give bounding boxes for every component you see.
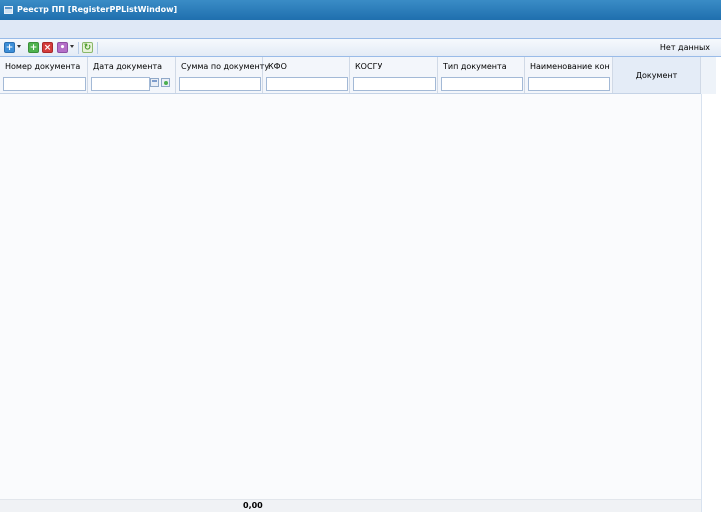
filter-doc-sum[interactable] — [179, 77, 261, 91]
toolbar: + + × • ↻ Нет данных — [0, 38, 721, 57]
filter-contractor[interactable] — [528, 77, 610, 91]
column-header-label: Документ — [635, 71, 678, 80]
column-header-label: КФО — [268, 62, 287, 71]
delete-icon: × — [42, 42, 53, 53]
column-header-label: Дата документа — [93, 62, 162, 71]
grid-body[interactable] — [0, 94, 701, 499]
filter-doc-number[interactable] — [3, 77, 86, 91]
register-pp-window: Реестр ПП [RegisterPPListWindow] + + × •… — [0, 0, 721, 512]
chevron-down-icon — [70, 45, 74, 48]
grid-summary-row: 0,00 — [0, 499, 701, 512]
toolbar-separator — [97, 42, 98, 54]
filter-kosgu[interactable] — [353, 77, 436, 91]
delete-button[interactable]: × — [42, 42, 53, 54]
total-sum-value: 0,00 — [243, 501, 263, 510]
plus-icon: + — [28, 42, 39, 53]
window-icon — [4, 6, 13, 14]
filter-kfo[interactable] — [266, 77, 348, 91]
calendar-icon[interactable] — [150, 78, 159, 87]
refresh-button[interactable]: ↻ — [82, 42, 93, 54]
column-header-label: КОСГУ — [355, 62, 383, 71]
column-kfo[interactable]: КФО — [263, 57, 350, 93]
vertical-scrollbar[interactable] — [701, 57, 721, 512]
scrollbar-header-spacer — [701, 57, 716, 94]
window-title: Реестр ПП [RegisterPPListWindow] — [17, 5, 178, 14]
column-header-label: Наименование конт... — [530, 62, 610, 71]
actions-icon: • — [57, 42, 68, 53]
actions-dropdown-button[interactable]: • — [57, 42, 75, 54]
column-doc-type[interactable]: Тип документа — [438, 57, 525, 93]
chevron-down-icon — [17, 45, 21, 48]
create-button[interactable]: + — [28, 42, 39, 54]
column-doc-sum[interactable]: Сумма по документу — [176, 57, 269, 93]
column-document[interactable]: Документ — [613, 57, 701, 93]
add-icon: + — [4, 42, 15, 53]
add-dropdown-button[interactable]: + — [4, 42, 22, 54]
column-doc-number[interactable]: Номер документа — [0, 57, 88, 93]
grid-header: Номер документа Дата документа Сумма по … — [0, 57, 701, 94]
column-header-label: Сумма по документу — [181, 62, 270, 71]
refresh-icon: ↻ — [82, 42, 93, 53]
column-header-label: Номер документа — [5, 62, 81, 71]
calendar-clear-icon[interactable] — [161, 78, 170, 87]
filter-doc-date[interactable] — [91, 77, 150, 91]
paging-status: Нет данных — [659, 43, 710, 52]
window-header-space — [0, 20, 721, 38]
column-doc-date[interactable]: Дата документа — [88, 57, 176, 93]
column-kosgu[interactable]: КОСГУ — [350, 57, 438, 93]
window-titlebar[interactable]: Реестр ПП [RegisterPPListWindow] — [0, 0, 721, 20]
filter-doc-type[interactable] — [441, 77, 523, 91]
column-contractor[interactable]: Наименование конт... — [525, 57, 613, 93]
toolbar-separator — [78, 42, 79, 54]
column-header-label: Тип документа — [443, 62, 507, 71]
